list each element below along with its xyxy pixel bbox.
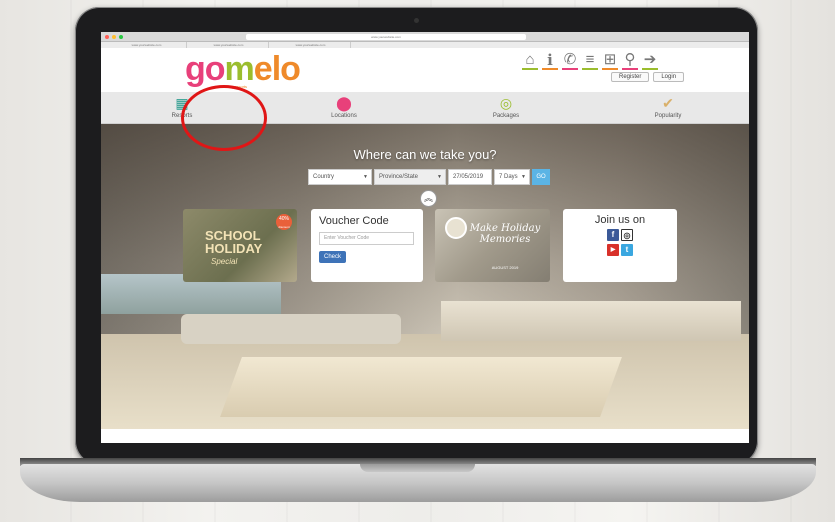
register-button[interactable]: Register — [611, 72, 650, 82]
badge-value: 40% — [278, 216, 289, 222]
check-icon: ✔ — [662, 95, 674, 111]
cart-icon[interactable]: ⊞ — [602, 52, 618, 70]
memories-title: Make Holiday Memories — [469, 223, 541, 245]
coffee-cup-image — [445, 217, 467, 239]
social-card: Join us on f ◎ ▶ t — [563, 209, 677, 282]
chevron-down-icon: ▼ — [521, 174, 526, 180]
promo-title: SCHOOL HOLIDAY — [205, 228, 263, 256]
category-popularity[interactable]: ✔ Popularity — [587, 92, 749, 123]
camera — [414, 18, 419, 23]
home-icon[interactable]: ⌂ — [522, 52, 538, 70]
voucher-input[interactable]: Enter Voucher Code — [319, 232, 414, 245]
close-icon[interactable] — [105, 34, 109, 39]
instagram-icon[interactable]: ◎ — [621, 229, 633, 241]
auth-links: Register Login — [611, 72, 685, 82]
social-row: ▶ t — [563, 244, 677, 256]
promo-subtitle: Special — [211, 257, 238, 266]
youtube-icon[interactable]: ▶ — [607, 244, 619, 256]
gomelo-logo[interactable]: gomelo — [185, 50, 301, 88]
hero-counter — [441, 301, 741, 341]
date-input[interactable]: 27/05/2019 — [448, 169, 492, 185]
category-label: Packages — [492, 113, 520, 119]
voucher-title: Voucher Code — [319, 215, 389, 227]
map-pin-icon: ⬤ — [336, 95, 352, 111]
duration-select[interactable]: 7 Days ▼ — [494, 169, 530, 185]
menu-icon[interactable]: ≡ — [582, 52, 598, 70]
header-nav: ⌂ i ✆ ≡ ⊞ ⚲ ➔ — [522, 52, 658, 70]
minimize-icon[interactable] — [112, 34, 116, 39]
hero-sofa — [181, 314, 401, 344]
chevron-down-icon: ▼ — [363, 174, 368, 180]
go-button[interactable]: GO — [532, 169, 550, 185]
school-holiday-promo[interactable]: SCHOOL HOLIDAY Special 40% discount — [183, 209, 297, 282]
address-bar[interactable]: www.yourwebsite.com — [246, 33, 526, 40]
browser-toolbar: www.yourwebsite.com — [101, 32, 749, 42]
login-button[interactable]: Login — [653, 72, 685, 82]
site-header: gomelo holiday resorts ⌂ i ✆ ≡ ⊞ ⚲ ➔ Reg… — [101, 48, 749, 92]
collapse-up-icon[interactable]: ︽ — [420, 190, 437, 207]
discount-badge: 40% discount — [276, 214, 292, 230]
maximize-icon[interactable] — [119, 34, 123, 39]
info-icon[interactable]: i — [542, 52, 558, 70]
location-icon[interactable]: ⚲ — [622, 52, 638, 70]
memories-date: AUGUST 2019 — [491, 265, 519, 270]
laptop-notch — [360, 464, 475, 472]
login-icon[interactable]: ➔ — [642, 52, 658, 70]
facebook-icon[interactable]: f — [607, 229, 619, 241]
chevron-down-icon: ▼ — [437, 174, 442, 180]
social-title: Join us on — [594, 214, 646, 226]
highlight-circle — [181, 85, 267, 151]
page-footer — [101, 429, 749, 443]
logo-part: go — [185, 50, 226, 88]
category-label: Locations — [331, 113, 357, 119]
country-value: Country — [313, 174, 335, 180]
province-value: Province/State — [379, 174, 419, 180]
twitter-icon[interactable]: t — [621, 244, 633, 256]
logo-part: elo — [253, 50, 301, 88]
search-bar: Country ▼ Province/State ▼ 27/05/2019 7 Da… — [308, 169, 550, 185]
logo-part: m — [224, 50, 255, 88]
badge-sub: discount — [278, 225, 290, 229]
province-select[interactable]: Province/State ▼ — [374, 169, 446, 185]
country-select[interactable]: Country ▼ — [308, 169, 372, 185]
phone-icon[interactable]: ✆ — [562, 52, 578, 70]
category-locations[interactable]: ⬤ Locations — [263, 92, 425, 123]
voucher-card: Voucher Code Enter Voucher Code Check — [311, 209, 423, 282]
target-icon: ◎ — [499, 95, 513, 111]
category-packages[interactable]: ◎ Packages — [425, 92, 587, 123]
hero-question: Where can we take you? — [353, 147, 497, 162]
duration-value: 7 Days — [499, 174, 518, 180]
hero-table — [220, 357, 622, 417]
social-row: f ◎ — [563, 229, 677, 241]
check-button[interactable]: Check — [319, 251, 347, 263]
category-label: Popularity — [654, 113, 682, 119]
holiday-memories-promo[interactable]: Make Holiday Memories AUGUST 2019 — [435, 209, 550, 282]
